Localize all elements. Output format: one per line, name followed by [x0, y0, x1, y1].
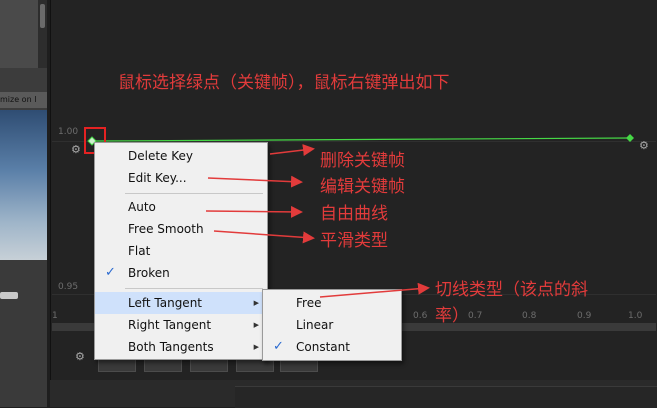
annotation-tangent-line2: 率）: [435, 306, 469, 326]
annotation-free-smooth: 平滑类型: [320, 231, 388, 251]
annotation-edit: 编辑关键帧: [320, 177, 405, 197]
arrow-edit: [207, 175, 303, 188]
annotation-delete: 删除关键帧: [320, 151, 405, 171]
annotation-auto: 自由曲线: [320, 204, 388, 224]
arrow-delete: [269, 144, 315, 157]
arrow-tangent: [319, 282, 430, 298]
arrow-free-smooth: [213, 230, 315, 244]
annotation-tangent-line1: 切线类型（该点的斜: [435, 280, 588, 300]
arrow-auto: [205, 205, 303, 218]
